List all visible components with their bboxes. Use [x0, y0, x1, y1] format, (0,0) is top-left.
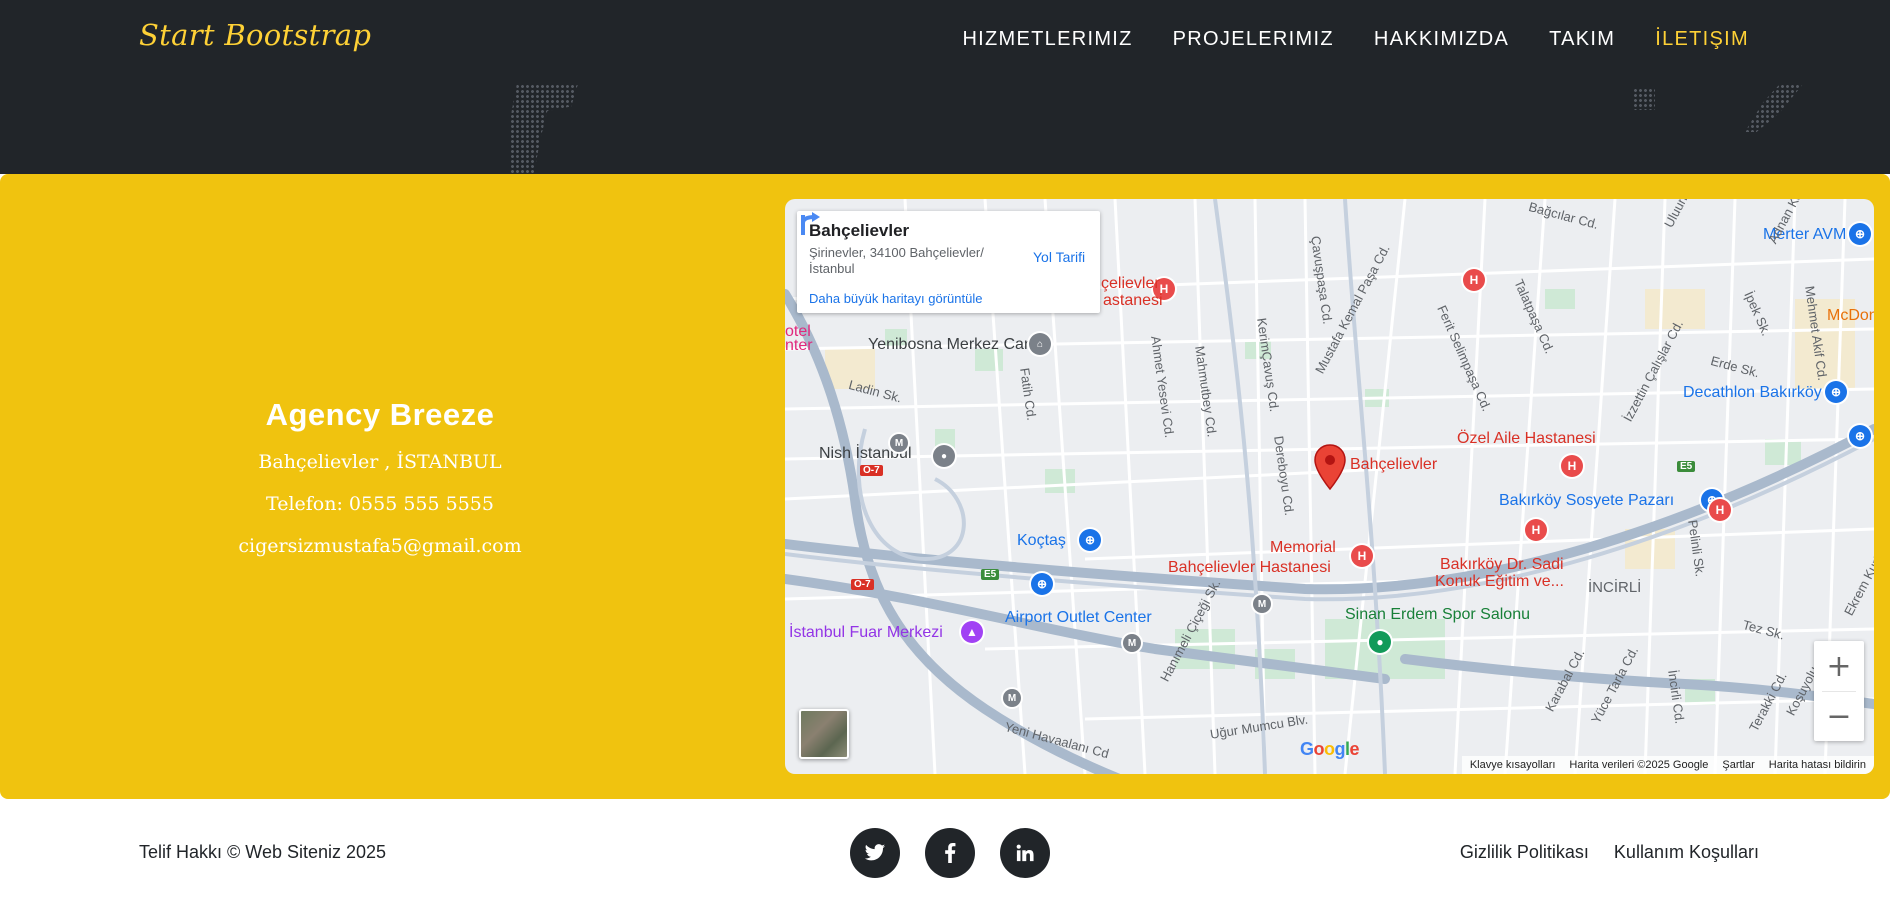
directions-icon[interactable]	[797, 211, 823, 237]
google-logo-letter: g	[1334, 739, 1346, 759]
highway-badge: E5	[981, 569, 1000, 580]
map-label-bah-hast-2: astanesi	[1103, 292, 1163, 309]
map-card-title: Bahçelievler	[809, 221, 910, 240]
company-name: Agency Breeze	[265, 396, 495, 432]
hospital-icon: H	[1351, 545, 1373, 567]
footer-links: Gizlilik Politikası Kullanım Koşulları	[1460, 842, 1759, 863]
larger-map-link[interactable]: Daha büyük haritayı görüntüle	[809, 291, 982, 306]
map-label-koctas: Koçtaş	[1017, 532, 1066, 549]
satellite-toggle[interactable]	[799, 709, 849, 759]
highway-badge: O-7	[860, 465, 883, 476]
highway-badge: O-7	[851, 579, 874, 590]
map-label-sosyete: Bakırköy Sosyete Pazarı	[1499, 492, 1675, 509]
zoom-in-button[interactable]: +	[1814, 641, 1864, 691]
map-data-text: Harita verileri ©2025 Google	[1569, 759, 1709, 771]
map-label-fuar: İstanbul Fuar Merkezi	[789, 624, 943, 641]
social-links	[850, 828, 1050, 878]
map-label-cami: Yenibosna Merkez Camii	[868, 336, 1045, 353]
nav-link-projects[interactable]: PROJELERIMIZ	[1173, 28, 1334, 51]
google-logo-letter: G	[1300, 739, 1314, 759]
metro-icon: M	[1253, 595, 1271, 613]
contact-address: Bahçelievler , İSTANBUL	[258, 450, 502, 473]
place-pin-icon: ●	[933, 445, 955, 467]
google-map[interactable]: Yenibosna Merkez Camii ⌂ Nish İstanbul ●…	[785, 199, 1874, 774]
contact-info: Agency Breeze Bahçelievler , İSTANBUL Te…	[60, 174, 700, 799]
world-map-dots	[510, 84, 578, 174]
nav-link-services[interactable]: HIZMETLERIMIZ	[962, 28, 1132, 51]
map-label-mcdon: McDon	[1827, 307, 1874, 324]
map-label-bakirkoy-dr: Bakırköy Dr. Sadi	[1440, 556, 1564, 573]
marker-label: Bahçelievler	[1350, 456, 1438, 473]
google-logo: Google	[1300, 739, 1360, 760]
zoom-controls: + −	[1814, 641, 1864, 741]
linkedin-icon	[1016, 844, 1034, 862]
zoom-divider	[1822, 691, 1856, 692]
nav-link-team[interactable]: TAKIM	[1549, 28, 1615, 51]
keyboard-shortcuts-link[interactable]: Klavye kısayolları	[1470, 759, 1556, 771]
map-label-bakirkoy-dr-2: Konuk Eğitim ve...	[1435, 573, 1564, 590]
main-nav: HIZMETLERIMIZ PROJELERIMIZ HAKKIMIZDA TA…	[962, 28, 1749, 51]
location-pin-icon[interactable]	[1313, 443, 1347, 491]
highway-badge: E5	[1677, 461, 1696, 472]
metro-icon: M	[890, 434, 908, 452]
hospital-icon: H	[1525, 519, 1547, 541]
map-label-ozel: Özel Aile Hastanesi	[1457, 430, 1596, 447]
linkedin-button[interactable]	[1000, 828, 1050, 878]
terms-link[interactable]: Şartlar	[1722, 759, 1754, 771]
copyright-text: Telif Hakkı © Web Siteniz 2025	[139, 842, 387, 862]
map-info-card: Bahçelievler Şirinevler, 34100 Bahçeliev…	[797, 211, 1100, 313]
world-map-dots	[1745, 84, 1803, 132]
map-card-address: Şirinevler, 34100 Bahçelievler/ İstanbul	[809, 245, 984, 276]
hospital-icon: H	[1561, 455, 1583, 477]
map-attribution: Klavye kısayolları Harita verileri ©2025…	[1461, 756, 1874, 774]
shopping-icon: ⊕	[1031, 573, 1053, 595]
metro-icon: M	[1003, 689, 1021, 707]
map-label-incirli: İNCİRLİ	[1588, 579, 1642, 596]
google-logo-letter: e	[1349, 739, 1360, 759]
map-label-bah-hast: çelievler	[1101, 275, 1160, 292]
map-label-otel-2: nter	[785, 337, 813, 354]
contact-phone: Telefon: 0555 555 5555	[266, 492, 494, 515]
world-map-dots	[1633, 88, 1655, 110]
facebook-button[interactable]	[925, 828, 975, 878]
nav-link-contact[interactable]: İLETIŞIM	[1655, 28, 1749, 51]
mosque-icon: ⌂	[1029, 333, 1051, 355]
landmark-icon: ▲	[961, 621, 983, 643]
privacy-policy-link[interactable]: Gizlilik Politikası	[1460, 842, 1589, 863]
google-logo-letter: o	[1324, 739, 1335, 759]
terms-of-use-link[interactable]: Kullanım Koşulları	[1614, 842, 1759, 863]
contact-email[interactable]: cigersizmustafa5@gmail.com	[238, 535, 521, 557]
hospital-icon: H	[1463, 269, 1485, 291]
map-label-decathlon: Decathlon Bakırköy	[1683, 384, 1822, 401]
map-label-airport-outlet: Airport Outlet Center	[1005, 609, 1152, 626]
stadium-icon: ●	[1369, 631, 1391, 653]
nav-link-about[interactable]: HAKKIMIZDA	[1374, 28, 1509, 51]
zoom-out-button[interactable]: −	[1814, 691, 1864, 741]
site-header: Start Bootstrap HIZMETLERIMIZ PROJELERIM…	[0, 0, 1890, 174]
directions-label[interactable]: Yol Tarifi	[1033, 249, 1085, 265]
shopping-icon: ⊕	[1079, 529, 1101, 551]
google-logo-letter: o	[1313, 739, 1325, 759]
twitter-icon	[864, 844, 886, 861]
map-label-memorial-2: Bahçelievler Hastanesi	[1168, 559, 1331, 576]
facebook-icon	[945, 843, 956, 863]
shopping-icon: ⊕	[1849, 223, 1871, 245]
map-label-memorial: Memorial	[1270, 539, 1336, 556]
map-label-sinan: Sinan Erdem Spor Salonu	[1345, 606, 1530, 623]
shopping-icon: ⊕	[1849, 425, 1871, 447]
metro-icon: M	[1123, 634, 1141, 652]
shopping-icon: ⊕	[1825, 381, 1847, 403]
twitter-button[interactable]	[850, 828, 900, 878]
hospital-icon: H	[1709, 499, 1731, 521]
report-error-link[interactable]: Harita hatası bildirin	[1769, 759, 1866, 771]
brand-logo[interactable]: Start Bootstrap	[139, 18, 371, 52]
